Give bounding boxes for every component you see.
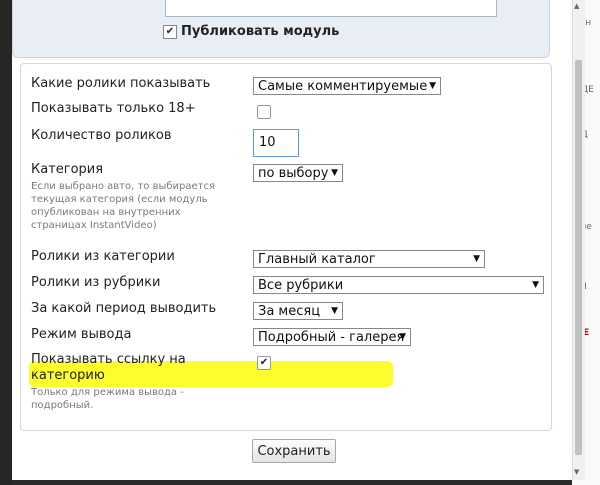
from-category-value: Главный каталог (258, 252, 376, 267)
background-left (0, 0, 12, 485)
only-18-checkbox[interactable] (257, 105, 271, 119)
show-link-label: Показывать ссылку на (31, 352, 186, 367)
mode-value: Подробный - галерея (258, 330, 405, 345)
chevron-down-icon: ▼ (429, 81, 436, 91)
publish-panel: ✔ Публиковать модуль (12, 0, 550, 58)
count-label: Количество роликов (31, 128, 172, 143)
only-18-label: Показывать только 18+ (31, 101, 196, 116)
scroll-up-icon[interactable]: ▲ (574, 2, 579, 10)
count-input[interactable]: 10 (253, 129, 299, 157)
scroll-down-icon[interactable]: ▼ (574, 468, 579, 476)
chevron-down-icon: ▼ (331, 168, 338, 178)
module-title-field[interactable] (165, 0, 497, 17)
scrollbar[interactable]: ▲ ▼ (572, 0, 585, 480)
category-hint: Если выбрано авто, то выбирается текущая… (31, 181, 216, 231)
chevron-down-icon: ▼ (399, 332, 406, 342)
mode-label: Режим вывода (31, 327, 132, 342)
mode-select[interactable]: Подробный - галерея ▼ (253, 328, 411, 346)
which-videos-label: Какие ролики показывать (31, 76, 211, 91)
which-videos-select[interactable]: Самые комментируемые ▼ (253, 77, 441, 95)
show-link-checkbox[interactable]: ✔ (257, 356, 271, 370)
category-value: по выбору (258, 166, 329, 181)
publish-module-label: Публиковать модуль (181, 24, 340, 39)
show-link-hint: Только для режима вывода - подробный. (31, 387, 184, 411)
category-label: Категория (31, 162, 104, 177)
show-link-label-cont: категорию (31, 368, 105, 383)
period-label: За какой период выводить (31, 301, 217, 316)
scrollbar-thumb[interactable] (575, 60, 582, 455)
from-rubric-value: Все рубрики (258, 278, 344, 293)
from-category-label: Ролики из категории (31, 249, 175, 264)
period-value: За месяц (258, 304, 321, 319)
module-settings-dialog: ✔ Публиковать модуль Какие ролики показы… (12, 0, 585, 480)
settings-panel: Какие ролики показывать Самые комментиру… (20, 63, 552, 431)
from-rubric-select[interactable]: Все рубрики ▼ (253, 276, 544, 294)
chevron-down-icon: ▼ (473, 254, 480, 264)
which-videos-value: Самые комментируемые (258, 79, 428, 94)
category-select[interactable]: по выбору ▼ (253, 164, 343, 182)
from-category-select[interactable]: Главный каталог ▼ (253, 250, 485, 268)
chevron-down-icon: ▼ (331, 306, 338, 316)
period-select[interactable]: За месяц ▼ (253, 302, 343, 320)
save-button[interactable]: Сохранить (252, 439, 336, 463)
chevron-down-icon: ▼ (532, 280, 539, 290)
publish-module-checkbox[interactable]: ✔ (163, 25, 177, 39)
from-rubric-label: Ролики из рубрики (31, 275, 161, 290)
